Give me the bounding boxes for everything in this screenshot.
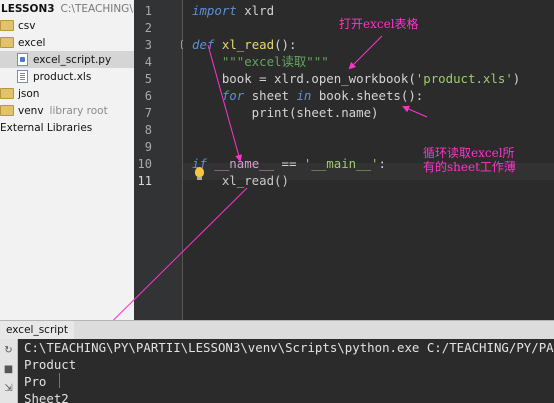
tree-item-label: product.xls [33, 70, 92, 83]
code-token: sheet [244, 88, 297, 103]
tree-root-path: C:\TEACHING\PY\ [60, 2, 134, 15]
editor-gutter: 1 2 3 4 5 6 7 8 9 10 11 [134, 0, 190, 320]
code-line: if __name__ == '__main__': [192, 155, 386, 172]
code-token: import [192, 3, 237, 18]
code-line: for sheet in book.sheets(): [192, 87, 423, 104]
line-number: 5 [144, 72, 152, 86]
stop-icon[interactable]: ■ [3, 364, 14, 375]
tree-item-label: External Libraries [0, 121, 93, 134]
code-line: print(sheet.name) [192, 104, 379, 121]
spreadsheet-file-icon [17, 70, 28, 83]
annotation-loop-line2: 有的sheet工作薄 [423, 160, 516, 174]
folder-icon [0, 20, 14, 31]
tree-item-label: json [18, 87, 40, 100]
run-panel-header: excel_script [0, 320, 554, 340]
line-number: 8 [144, 123, 152, 137]
tree-item-product-xls[interactable]: product.xls [0, 68, 134, 85]
tree-item-excel[interactable]: excel [0, 34, 134, 51]
run-console[interactable]: C:\TEACHING\PY\PARTII\LESSON3\venv\Scrip… [18, 339, 554, 403]
code-token: '__main__' [303, 156, 379, 171]
tree-item-json[interactable]: json [0, 85, 134, 102]
tree-item-excel-script[interactable]: excel_script.py [0, 51, 134, 68]
console-output-line: Sheet2 [24, 391, 69, 403]
code-token: (): [274, 37, 297, 52]
tree-root-label: LESSON3 [1, 2, 55, 15]
folder-icon [0, 105, 14, 116]
lightbulb-icon[interactable] [195, 167, 204, 180]
code-token: __name__ [214, 156, 275, 171]
text-cursor [59, 373, 60, 388]
tree-item-label: excel [18, 36, 46, 49]
line-number: 3 [144, 38, 152, 52]
code-line: def xl_read(): [192, 36, 296, 53]
line-number: 7 [144, 106, 152, 120]
code-token: xl_read [221, 37, 275, 52]
code-token: == [274, 156, 304, 171]
code-line: import xlrd [192, 2, 274, 19]
code-token: in [296, 88, 312, 103]
console-output-line: Pro [24, 374, 47, 389]
tree-item-external-libraries[interactable]: External Libraries [0, 119, 134, 136]
tree-item-csv[interactable]: csv [0, 17, 134, 34]
code-token: xlrd [236, 3, 275, 18]
code-line: xl_read() [192, 172, 289, 189]
code-token: ) [512, 71, 521, 86]
folder-icon [0, 37, 14, 48]
library-root-note: library root [49, 104, 108, 117]
code-token: for [221, 88, 245, 103]
code-line: book = xlrd.open_workbook('product.xls') [192, 70, 520, 87]
line-number: 6 [144, 89, 152, 103]
code-token: book.sheets(): [311, 88, 424, 103]
code-token: xl_read() [192, 173, 289, 188]
line-number: 10 [137, 157, 152, 171]
tree-item-label: venv [18, 104, 44, 117]
line-number: 4 [144, 55, 152, 69]
line-number: 9 [144, 140, 152, 154]
console-output-line: Product [24, 357, 77, 372]
run-toolbar: ↻ ■ ⇲ [0, 339, 18, 403]
python-file-icon [17, 53, 28, 66]
code-token: """excel读取""" [221, 54, 329, 69]
line-number: 2 [144, 21, 152, 35]
tree-item-label: excel_script.py [33, 53, 112, 66]
run-tab-excel-script[interactable]: excel_script [0, 321, 74, 339]
annotation-open-excel: 打开excel表格 [339, 17, 419, 31]
rerun-icon[interactable]: ↻ [3, 345, 14, 356]
tree-root[interactable]: LESSON3 C:\TEACHING\PY\ [0, 0, 134, 17]
code-token: book = xlrd.open_workbook( [192, 71, 416, 86]
code-token: print(sheet.name) [192, 105, 379, 120]
code-token: : [378, 156, 386, 171]
code-line: """excel读取""" [192, 53, 329, 70]
code-token: def [192, 37, 215, 52]
tree-item-venv[interactable]: venv library root [0, 102, 134, 119]
line-number: 1 [144, 4, 152, 18]
line-number: 11 [137, 174, 152, 188]
code-token: 'product.xls' [415, 71, 513, 86]
layout-icon[interactable]: ⇲ [3, 383, 14, 394]
console-command-line: C:\TEACHING\PY\PARTII\LESSON3\venv\Scrip… [24, 340, 554, 355]
tree-item-label: csv [18, 19, 36, 32]
project-tree: LESSON3 C:\TEACHING\PY\ csv excel excel_… [0, 0, 135, 320]
annotation-loop-line1: 循环读取excel所 [423, 146, 515, 160]
folder-icon [0, 88, 14, 99]
